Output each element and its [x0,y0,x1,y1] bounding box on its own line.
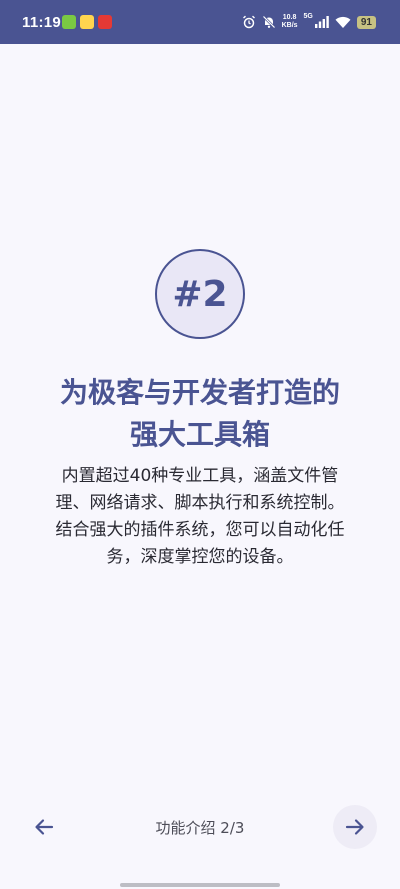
back-button[interactable] [22,805,66,849]
network-speed: 10.8 KB/s [282,14,298,30]
status-bar: 11:19 10.8 KB/s 5G 91 [0,0,400,44]
page-indicator: 功能介绍 2/3 [155,819,245,837]
app-notification-icon [80,15,94,29]
arrow-left-icon [35,819,54,835]
status-time: 11:19 [22,14,62,31]
description-line: 内置超过40种专业工具，涵盖文件管 [61,466,339,486]
status-indicators: 10.8 KB/s 5G 91 [242,13,376,31]
wifi-icon [335,16,351,28]
app-notification-icon [62,15,76,29]
alarm-icon [242,15,255,29]
battery-icon: 91 [356,15,376,29]
app-notification-icon [98,15,112,29]
description-line: 结合强大的插件系统，您可以自动化任 [55,520,345,540]
onboarding-screen: 11:19 10.8 KB/s 5G 91 #2 为极客与开发者打造的 强大工具… [0,0,400,889]
title-line: 为极客与开发者打造的 [59,376,340,409]
arrow-right-icon [345,819,364,835]
title-line: 强大工具箱 [129,418,270,451]
signal-type-label: 5G [303,13,313,20]
description-line: 务，深度掌控您的设备。 [106,547,294,567]
step-badge: #2 [155,249,245,339]
signal-icon [314,16,329,28]
mute-bell-icon [262,15,275,29]
page-title: 为极客与开发者打造的 强大工具箱 [20,372,380,456]
network-speed-unit: KB/s [281,22,298,29]
home-indicator[interactable] [120,883,280,887]
network-speed-value: 10.8 [282,14,297,21]
next-button[interactable] [333,805,377,849]
description-line: 理、网络请求、脚本执行和系统控制。 [55,493,345,513]
feature-description: 内置超过40种专业工具，涵盖文件管 理、网络请求、脚本执行和系统控制。 结合强大… [42,463,358,571]
